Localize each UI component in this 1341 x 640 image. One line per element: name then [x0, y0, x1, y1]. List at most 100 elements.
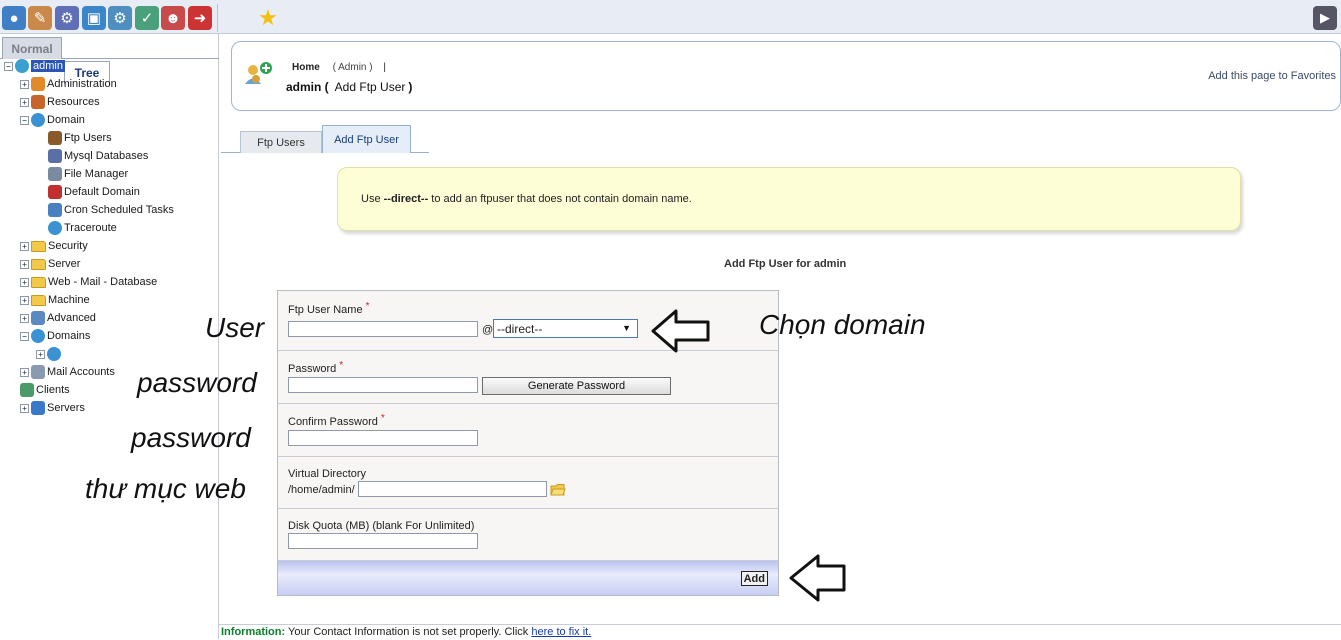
sidebar-tabs: Normal Tree: [0, 37, 219, 84]
tree-item-label: Ftp Users: [64, 132, 112, 144]
tree-item[interactable]: + Server: [20, 256, 80, 272]
expand-icon[interactable]: +: [20, 241, 29, 251]
notice-keyword: --direct--: [383, 193, 429, 205]
breadcrumb-home[interactable]: Home: [292, 62, 320, 73]
breadcrumb-admin[interactable]: ( Admin ): [333, 62, 373, 73]
annotation-user: User: [205, 312, 265, 343]
support-agent-icon[interactable]: ☻: [161, 6, 185, 30]
domain-select[interactable]: --direct-- ▼: [493, 319, 638, 338]
notice-box: Use --direct-- to add an ftpuser that do…: [337, 167, 1241, 231]
add-user-icon: [245, 62, 272, 84]
tree-item[interactable]: + Resources: [20, 94, 100, 110]
clients-icon: [20, 383, 34, 397]
disk-quota-input[interactable]: [288, 533, 478, 549]
mysql-icon: [48, 149, 62, 163]
globe-icon: [31, 329, 45, 343]
expand-icon[interactable]: +: [20, 295, 29, 305]
speaker-icon[interactable]: ▶: [1313, 6, 1337, 30]
collapse-icon[interactable]: −: [20, 331, 29, 341]
folder-browse-icon[interactable]: [550, 483, 566, 497]
tree-item[interactable]: − admin: [4, 58, 65, 74]
generate-password-button[interactable]: Generate Password: [482, 377, 671, 395]
add-button[interactable]: Add: [740, 571, 768, 586]
breadcrumb: Home ( Admin ) |: [292, 62, 386, 73]
virtual-directory-prefix: /home/admin/: [288, 484, 355, 496]
globe-user-icon: [15, 59, 29, 73]
confirm-password-input[interactable]: [288, 430, 478, 446]
tab-add-ftp-user[interactable]: Add Ftp User: [322, 125, 411, 153]
page-title: admin (Add Ftp User): [286, 80, 412, 94]
star-icon[interactable]: ★: [256, 5, 280, 30]
cron-icon: [48, 203, 62, 217]
advanced-icon: [31, 311, 45, 325]
notice-suffix: to add an ftpuser that does not contain …: [431, 193, 692, 205]
form-footer-bar: Add: [278, 561, 778, 595]
tree-item[interactable]: + Servers: [20, 400, 85, 416]
add-to-favorites-link[interactable]: Add this page to Favorites: [1208, 70, 1336, 82]
tree-item[interactable]: Cron Scheduled Tasks: [48, 202, 174, 218]
fix-contact-link[interactable]: here to fix it.: [531, 626, 591, 638]
collapse-icon[interactable]: −: [4, 61, 13, 71]
mail-icon: [31, 365, 45, 379]
gears-icon[interactable]: ⚙: [55, 6, 79, 30]
tree-item-label: Machine: [48, 294, 90, 306]
tree-item[interactable]: − Domain: [20, 112, 85, 128]
expand-icon[interactable]: +: [20, 97, 29, 107]
server-icon: [31, 401, 45, 415]
page-title-user: admin (: [286, 80, 329, 94]
resources-icon: [31, 95, 45, 109]
tree-item[interactable]: + Web - Mail - Database: [20, 274, 157, 290]
at-sign: @: [482, 324, 494, 336]
disk-quota-label: Disk Quota (MB) (blank For Unlimited): [288, 520, 475, 532]
tree-item[interactable]: +: [36, 346, 63, 362]
tree-item[interactable]: File Manager: [48, 166, 128, 182]
row-confirm-password: Confirm Password *: [278, 404, 778, 457]
expand-icon[interactable]: +: [36, 349, 45, 359]
tree-item[interactable]: + Mail Accounts: [20, 364, 115, 380]
tree-item-label: Servers: [47, 402, 85, 414]
tree-item-label: Traceroute: [64, 222, 117, 234]
tree-item[interactable]: − Domains: [20, 328, 90, 344]
breadcrumb-separator: |: [383, 62, 386, 73]
tree-item-label: Security: [48, 240, 88, 252]
file-manager-icon: [48, 167, 62, 181]
expand-icon[interactable]: +: [20, 403, 29, 413]
tree-item[interactable]: + Machine: [20, 292, 90, 308]
notice-prefix: Use: [361, 193, 381, 205]
expand-icon[interactable]: +: [20, 277, 29, 287]
tree-item[interactable]: + Administration: [20, 76, 117, 92]
tree-item[interactable]: Clients: [20, 382, 70, 398]
expand-icon[interactable]: +: [20, 313, 29, 323]
password-label: Password *: [288, 360, 344, 375]
tree-item[interactable]: + Security: [20, 238, 88, 254]
information-text: Your Contact Information is not set prop…: [288, 626, 529, 638]
virtual-directory-input[interactable]: [358, 481, 547, 497]
ftp-user-name-input[interactable]: [288, 321, 478, 337]
folder-icon: [31, 294, 46, 306]
tree-item[interactable]: Ftp Users: [48, 130, 112, 146]
expand-icon[interactable]: +: [20, 79, 29, 89]
package-icon[interactable]: ▣: [82, 6, 106, 30]
main-tabs: Ftp Users Add Ftp User: [221, 125, 1341, 153]
collapse-icon[interactable]: −: [20, 115, 29, 125]
tree-item[interactable]: Default Domain: [48, 184, 140, 200]
users-icon[interactable]: ●: [2, 6, 26, 30]
expand-icon[interactable]: +: [20, 259, 29, 269]
exit-icon[interactable]: ➜: [188, 6, 212, 30]
tree-item-label: Default Domain: [64, 186, 140, 198]
checklist-icon[interactable]: ✓: [135, 6, 159, 30]
tree-item-label: Server: [48, 258, 81, 270]
tree-item-label: Clients: [36, 384, 70, 396]
tree-item[interactable]: + Advanced: [20, 310, 96, 326]
tab-ftp-users[interactable]: Ftp Users: [240, 131, 322, 153]
toolbar-separator: [217, 4, 218, 32]
tree-item[interactable]: Mysql Databases: [48, 148, 148, 164]
folder-icon: [31, 240, 46, 252]
password-input[interactable]: [288, 377, 478, 393]
tree-item[interactable]: Traceroute: [48, 220, 117, 236]
pin-icon: [48, 185, 62, 199]
notes-icon[interactable]: ✎: [28, 6, 52, 30]
user-gear-icon[interactable]: ⚙: [108, 6, 132, 30]
expand-icon[interactable]: +: [20, 367, 29, 377]
sidebar-tab-normal[interactable]: Normal: [2, 37, 62, 59]
